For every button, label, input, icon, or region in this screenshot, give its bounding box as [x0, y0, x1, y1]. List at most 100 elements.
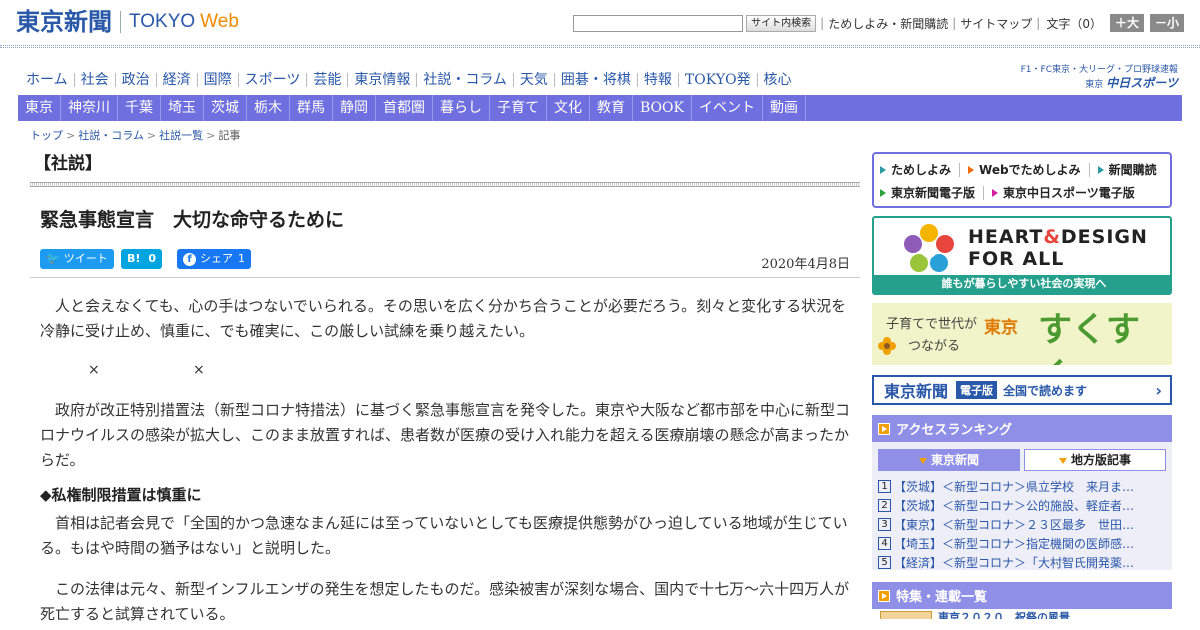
logo-japanese: 東京新聞: [16, 7, 112, 36]
region-saitama[interactable]: 埼玉: [161, 95, 204, 121]
region-video[interactable]: 動画: [763, 95, 806, 121]
ranking-box: 東京新聞 地方版記事 1 【茨城】＜新型コロナ＞県立学校 来月ま… 2 【茨城】＜新…: [872, 442, 1172, 570]
region-event[interactable]: イベント: [692, 95, 763, 121]
region-tochigi[interactable]: 栃木: [247, 95, 290, 121]
promo-web-trial-link[interactable]: Webでためしよみ: [968, 161, 1081, 178]
region-book[interactable]: BOOK: [633, 95, 692, 121]
triangle-icon: [968, 165, 975, 174]
tab-label: 東京新聞: [930, 453, 979, 467]
ranking-header: アクセスランキング: [872, 415, 1172, 442]
sukusuku-tagline: 子育てで世代が: [886, 317, 978, 332]
list-item[interactable]: 4 【埼玉】＜新型コロナ＞指定機関の医師感…: [878, 534, 1166, 553]
feature-list-peek[interactable]: 東京２０２０ 祝祭の風景: [872, 609, 1172, 619]
list-item[interactable]: 1 【茨城】＜新型コロナ＞県立学校 来月ま…: [878, 477, 1166, 496]
font-size-count: （0）: [1070, 16, 1102, 31]
region-ibaraki[interactable]: 茨城: [204, 95, 247, 121]
hd-word-for-all: FOR ALL: [968, 248, 1065, 270]
promo-subscribe-link[interactable]: 新聞購読: [1097, 161, 1157, 178]
digital-edition-banner[interactable]: 東京新聞 電子版 全国で読めます ›: [872, 375, 1172, 405]
section-label: 【社説】: [34, 154, 102, 174]
triangle-icon: [1097, 165, 1104, 174]
flower-logo-icon: [904, 224, 954, 272]
promo-chunichi-digital-link[interactable]: 東京中日スポーツ電子版: [992, 184, 1135, 201]
region-gunma[interactable]: 群馬: [290, 95, 333, 121]
region-tokyo[interactable]: 東京: [18, 95, 61, 121]
nav-entertainment[interactable]: 芸能: [307, 70, 347, 90]
feature-title: 特集・連載一覧: [896, 590, 988, 605]
font-size-label: 文字: [1046, 16, 1071, 31]
region-kosodate[interactable]: 子育て: [490, 95, 547, 121]
promo-label: 東京新聞電子版: [891, 186, 976, 200]
digital-edition-text: 全国で読めます: [1003, 383, 1088, 398]
list-item[interactable]: 2 【茨城】＜新型コロナ＞公的施設、軽症者…: [878, 496, 1166, 515]
chunichi-brand-name: 中日スポーツ: [1106, 76, 1178, 90]
promo-label: 新聞購読: [1108, 163, 1157, 177]
site-search-input[interactable]: [573, 14, 744, 32]
list-item[interactable]: 3 【東京】＜新型コロナ＞２３区最多 世田…: [878, 515, 1166, 534]
hd-ampersand: &: [1043, 226, 1061, 248]
tweet-button[interactable]: 🐦 ツイート: [40, 249, 114, 269]
font-smaller-button[interactable]: －小: [1149, 14, 1184, 32]
sitemap-link[interactable]: サイトマップ: [960, 15, 1032, 32]
article-subhead: ◆私権制限措置は慎重に: [40, 486, 202, 504]
feature-item-title: 東京２０２０ 祝祭の風景: [938, 611, 1070, 619]
region-chiba[interactable]: 千葉: [118, 95, 161, 121]
nav-international[interactable]: 国際: [198, 70, 238, 90]
feature-header: 特集・連載一覧: [872, 582, 1172, 609]
rank-number: 5: [878, 556, 891, 569]
nav-editorial-column[interactable]: 社説・コラム: [417, 70, 513, 90]
list-item[interactable]: 5 【経済】＜新型コロナ＞「大村智氏開発薬…: [878, 553, 1166, 572]
nav-economy[interactable]: 経済: [157, 70, 197, 90]
nav-tokyo-info[interactable]: 東京情報: [348, 70, 416, 90]
promo-label: Webでためしよみ: [979, 163, 1081, 177]
feature-thumbnail: [880, 611, 932, 619]
tab-tokyo-shimbun[interactable]: 東京新聞: [878, 449, 1020, 471]
nav-tokuho[interactable]: 特報: [638, 70, 678, 90]
breadcrumb-editorial-list[interactable]: 社説一覧: [159, 129, 203, 142]
section-divider: [30, 182, 860, 187]
sukusuku-banner[interactable]: 子育てで世代が つながる 東京 すくすく: [872, 303, 1172, 365]
nav-politics[interactable]: 政治: [116, 70, 156, 90]
chunichi-brand-small: 東京: [1085, 80, 1104, 90]
nav-society[interactable]: 社会: [75, 70, 115, 90]
nav-weather[interactable]: 天気: [514, 70, 554, 90]
nav-go-shogi[interactable]: 囲碁・将棋: [555, 70, 637, 90]
article-paragraph: 政府が改正特別措置法（新型コロナ特措法）に基づく緊急事態宣言を発令した。東京や大…: [40, 401, 851, 469]
region-bunka[interactable]: 文化: [547, 95, 590, 121]
hd-word-design: DESIGN: [1060, 226, 1148, 248]
heart-design-banner[interactable]: HEART&DESIGN FOR ALL 誰もが暮らしやすい社会の実現へ: [872, 216, 1172, 295]
hatena-bookmark-button[interactable]: B! 0: [121, 249, 163, 269]
article-paragraph: この法律は元々、新型インフルエンザの発生を想定したものだ。感染被害が深刻な場合、…: [40, 580, 850, 623]
site-logo[interactable]: 東京新聞 TOKYO Web: [16, 8, 239, 36]
font-bigger-button[interactable]: ＋大: [1109, 14, 1144, 32]
promo-trial-link[interactable]: ためしよみ: [880, 161, 951, 178]
facebook-share-button[interactable]: f シェア 1: [177, 249, 251, 269]
region-shizuoka[interactable]: 静岡: [333, 95, 376, 121]
nav-kakushin[interactable]: 核心: [758, 70, 798, 90]
breadcrumb-top[interactable]: トップ: [30, 129, 63, 142]
region-kanagawa[interactable]: 神奈川: [61, 95, 118, 121]
twitter-icon: 🐦: [46, 252, 60, 265]
trial-subscribe-link[interactable]: ためしよみ・新聞購読: [828, 15, 948, 32]
region-kurashi[interactable]: 暮らし: [433, 95, 490, 121]
promo-divider: [1088, 162, 1090, 177]
site-search-button[interactable]: サイト内検索: [746, 14, 817, 32]
rank-number: 3: [878, 518, 891, 531]
subscription-promo-box: ためしよみ Webでためしよみ 新聞購読 東京新聞電子版 東京中日スポーツ電子版: [872, 152, 1172, 208]
digital-edition-name: 東京新聞: [884, 382, 949, 401]
triangle-icon: [992, 188, 999, 197]
nav-tokyo-hatsu[interactable]: TOKYO発: [679, 70, 757, 90]
tab-local-articles[interactable]: 地方版記事: [1024, 449, 1166, 471]
promo-digital-edition-link[interactable]: 東京新聞電子版: [880, 184, 975, 201]
hd-word-heart: HEART: [968, 226, 1044, 248]
tab-label: 地方版記事: [1070, 453, 1131, 467]
nav-home[interactable]: ホーム: [20, 70, 74, 90]
region-kyoiku[interactable]: 教育: [590, 95, 633, 121]
logo-web: Web: [200, 11, 239, 32]
promo-label: ためしよみ: [891, 163, 952, 177]
breadcrumb-editorial-column[interactable]: 社説・コラム: [78, 129, 144, 142]
chevron-right-icon: ›: [1155, 381, 1162, 400]
nav-sports[interactable]: スポーツ: [239, 70, 307, 90]
region-shutoken[interactable]: 首都圏: [376, 95, 433, 121]
chunichi-sports-link[interactable]: F1・FC東京・大リーグ・プロ野球速報 東京 中日スポーツ: [1021, 64, 1178, 92]
